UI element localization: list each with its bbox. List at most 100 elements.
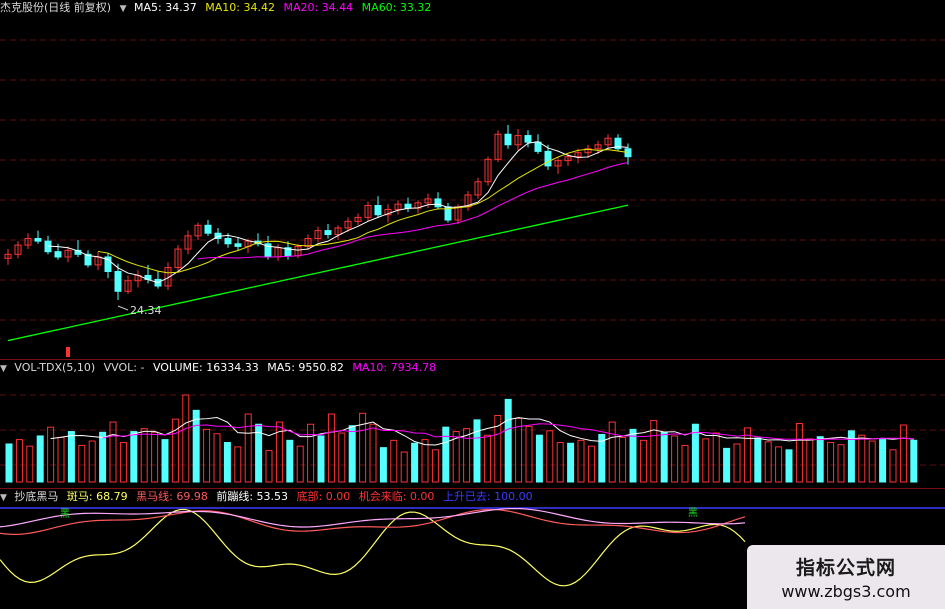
site-watermark: 指标公式网 www.zbgs3.com bbox=[747, 545, 945, 609]
volume-bar bbox=[67, 431, 75, 483]
volume-bar bbox=[577, 439, 585, 483]
volume-bar bbox=[671, 435, 679, 483]
volume-bar bbox=[15, 439, 23, 483]
volume-bar bbox=[203, 428, 211, 483]
indicator-marker: 黑 bbox=[60, 508, 70, 520]
candle-body bbox=[624, 148, 632, 158]
jihui-readout: 机会来临: 0.00 bbox=[358, 490, 435, 503]
low-signal-mark bbox=[66, 347, 70, 357]
volume-header: ▼ VOL-TDX(5,10) VVOL: - VOLUME: 16334.33… bbox=[0, 360, 441, 376]
ma10-readout: MA10: 34.42 bbox=[205, 1, 275, 14]
volume-bar bbox=[411, 442, 419, 483]
volume-bar bbox=[889, 449, 897, 483]
volume-bar bbox=[754, 437, 762, 483]
shangsheng-readout: 上升已去: 100.00 bbox=[442, 490, 533, 503]
indicator-name[interactable]: 抄底黑马 bbox=[14, 490, 58, 503]
qianbeng-readout: 前蹦线: 53.53 bbox=[216, 490, 289, 503]
volume-bar bbox=[379, 447, 387, 483]
volume-bar bbox=[327, 413, 335, 483]
volume-bar bbox=[775, 446, 783, 483]
chevron-down-icon[interactable]: ▼ bbox=[0, 493, 7, 503]
stock-chart-window: 24.34 黑 黑 杰克股份(日线 前复权) ▼ MA5: 34.37 MA10: … bbox=[0, 0, 945, 609]
volume-bar bbox=[286, 439, 294, 483]
volume-bar bbox=[119, 442, 127, 483]
volume-bar bbox=[827, 442, 835, 483]
volume-bar bbox=[483, 434, 491, 483]
volume-bar bbox=[213, 433, 221, 483]
volume-bar bbox=[660, 431, 668, 483]
candle-body bbox=[224, 237, 232, 245]
volume-bar bbox=[473, 419, 481, 483]
volume-bar bbox=[785, 449, 793, 483]
volume-bar bbox=[296, 445, 304, 483]
stock-title[interactable]: 杰克股份(日线 前复权) bbox=[0, 1, 111, 14]
indicator-marker: 黑 bbox=[688, 507, 698, 519]
heima-readout: 黑马线: 69.98 bbox=[136, 490, 208, 503]
candle-body bbox=[374, 205, 382, 216]
volume-bar bbox=[608, 421, 616, 483]
volume-bar bbox=[151, 431, 159, 483]
volume-bar bbox=[556, 442, 564, 483]
volume-bar bbox=[307, 423, 315, 483]
vol-ma10-readout: MA10: 7934.78 bbox=[352, 361, 437, 374]
volume-bar bbox=[390, 439, 398, 483]
volume-bar bbox=[795, 423, 803, 483]
candle-body bbox=[54, 251, 62, 258]
volume-bar bbox=[535, 434, 543, 483]
volume-bar bbox=[816, 436, 824, 483]
volume-bar bbox=[879, 439, 887, 483]
volume-bar bbox=[99, 431, 107, 483]
volume-bar bbox=[899, 424, 907, 483]
chart-canvas[interactable]: 24.34 黑 黑 bbox=[0, 0, 945, 609]
volume-bar bbox=[265, 450, 273, 483]
volume-bar bbox=[223, 442, 231, 483]
ma5-line bbox=[47, 141, 629, 284]
volume-bar bbox=[26, 445, 34, 483]
volume-bar bbox=[515, 417, 523, 483]
volume-indicator-name[interactable]: VOL-TDX(5,10) bbox=[14, 361, 95, 374]
candle-body bbox=[234, 243, 242, 247]
chevron-down-icon[interactable]: ▼ bbox=[120, 4, 127, 14]
indicator-header: ▼ 抄底黑马 斑马: 68.79 黑马线: 69.98 前蹦线: 53.53 底… bbox=[0, 489, 538, 505]
ma20-readout: MA20: 34.44 bbox=[283, 1, 354, 14]
volume-bar bbox=[546, 430, 554, 483]
volume-bar bbox=[723, 447, 731, 483]
volume-bar bbox=[338, 432, 346, 483]
main-chart-header: 杰克股份(日线 前复权) ▼ MA5: 34.37 MA10: 34.42 MA… bbox=[0, 0, 436, 16]
candle-body bbox=[204, 224, 212, 234]
volume-bar bbox=[629, 428, 637, 483]
banma-readout: 斑马: 68.79 bbox=[66, 490, 128, 503]
volume-bar bbox=[764, 441, 772, 483]
banma-line bbox=[0, 508, 746, 587]
volume-bar bbox=[161, 439, 169, 483]
volume-bar bbox=[837, 444, 845, 483]
volume-bar bbox=[400, 451, 408, 483]
volume-bar bbox=[743, 427, 751, 483]
volume-bar bbox=[442, 426, 450, 483]
volume-bar bbox=[88, 440, 96, 483]
volume-bar bbox=[369, 423, 377, 483]
volume-bar bbox=[712, 432, 720, 483]
volume-bar bbox=[348, 425, 356, 483]
vol-ma5-readout: MA5: 9550.82 bbox=[267, 361, 344, 374]
dibu-readout: 底部: 0.00 bbox=[296, 490, 351, 503]
watermark-url: www.zbgs3.com bbox=[781, 582, 911, 601]
candle-body bbox=[524, 135, 532, 143]
volume-bar bbox=[5, 443, 13, 483]
qianbeng-line bbox=[0, 507, 746, 528]
volume-bar bbox=[639, 439, 647, 483]
volume-bar bbox=[494, 414, 502, 483]
low-marker-arrow bbox=[117, 305, 129, 311]
volume-bar bbox=[234, 446, 242, 483]
volume-bar bbox=[36, 435, 44, 483]
candle-body bbox=[114, 270, 122, 292]
chevron-down-icon[interactable]: ▼ bbox=[0, 364, 7, 374]
volume-bar bbox=[910, 439, 918, 483]
volume-bar bbox=[182, 394, 190, 483]
volume-bar bbox=[140, 428, 148, 483]
ma5-readout: MA5: 34.37 bbox=[134, 1, 197, 14]
candle-body bbox=[434, 198, 442, 208]
watermark-title: 指标公式网 bbox=[795, 557, 896, 579]
candle-body bbox=[34, 237, 42, 242]
volume-bar bbox=[619, 436, 627, 483]
